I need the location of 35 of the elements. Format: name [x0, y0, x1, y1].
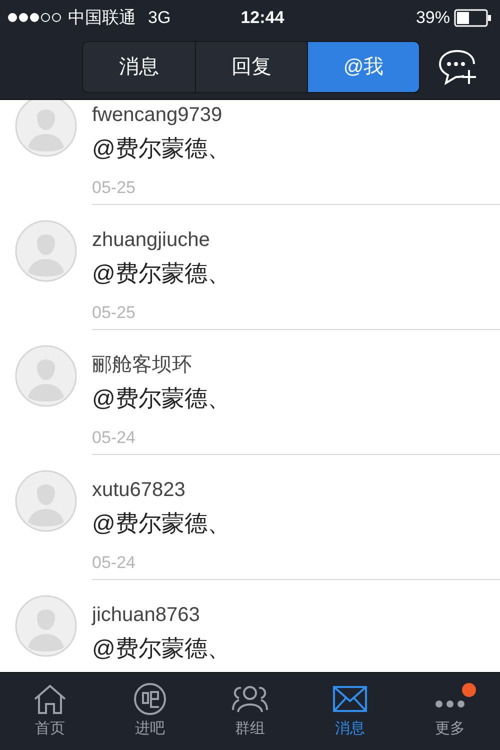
mention-text: @费尔蒙德、	[92, 259, 232, 288]
user-name[interactable]: 郦舱客坝环	[92, 352, 500, 378]
avatar-icon	[15, 470, 77, 532]
tab-bar-item[interactable]: 首页	[0, 673, 100, 750]
battery-icon	[454, 8, 492, 26]
avatar-icon	[15, 100, 77, 157]
avatar-icon	[15, 345, 77, 407]
user-name[interactable]: fwencang9739	[92, 102, 500, 128]
mention-text: @费尔蒙德、	[92, 134, 232, 163]
clock-time: 12:44	[240, 6, 284, 29]
battery-percent: 39%	[416, 6, 450, 29]
date-label: 05-25	[92, 302, 136, 324]
avatar-icon	[15, 595, 77, 657]
mention-text: @费尔蒙德、	[92, 384, 232, 413]
avatar-icon	[15, 220, 77, 282]
mention-text: @费尔蒙德、	[92, 634, 232, 663]
more-dots-icon	[435, 700, 465, 708]
ba-circle-icon	[131, 682, 169, 716]
tab-bar-item[interactable]: 消息	[300, 673, 400, 750]
segment-tab[interactable]: @我	[307, 42, 419, 92]
tab-bar-item[interactable]: 更多	[400, 673, 500, 750]
date-label: 05-25	[92, 177, 136, 199]
segment-tab[interactable]: 消息	[83, 42, 195, 92]
carrier-name: 中国联通	[68, 6, 136, 29]
tab-bar-item[interactable]: 群组	[200, 673, 300, 750]
chat-plus-icon	[438, 49, 478, 85]
user-name[interactable]: xutu67823	[92, 477, 500, 503]
tab-bar-item[interactable]: 进吧	[100, 673, 200, 750]
date-label: 05-24	[92, 427, 136, 449]
date-label: 05-24	[92, 552, 136, 574]
mention-text: @费尔蒙德、	[92, 509, 232, 538]
new-chat-button[interactable]	[438, 49, 478, 85]
network-type: 3G	[148, 6, 171, 29]
user-name[interactable]: jichuan8763	[92, 602, 500, 628]
user-name[interactable]: zhuangjiuche	[92, 227, 500, 253]
